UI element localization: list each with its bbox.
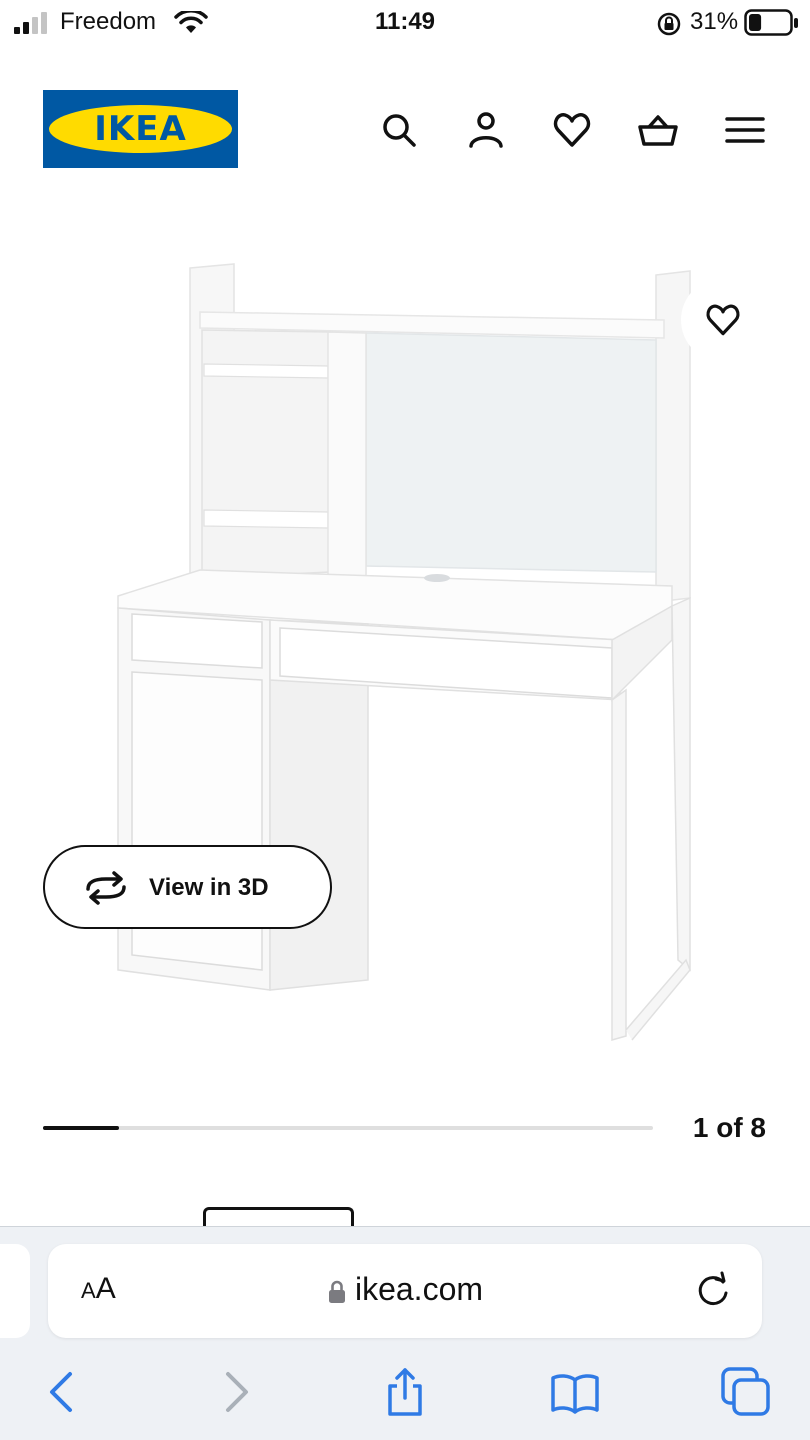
heart-icon <box>706 304 740 336</box>
basket-icon[interactable] <box>636 108 680 152</box>
reload-icon[interactable] <box>692 1269 736 1313</box>
view-in-3d-button[interactable]: View in 3D <box>43 845 332 929</box>
forward-icon[interactable] <box>210 1366 262 1418</box>
rotate-3d-icon <box>86 871 126 905</box>
address-bar[interactable]: AA ikea.com <box>48 1244 762 1338</box>
carousel-progress-bar[interactable] <box>43 1126 653 1130</box>
battery-percent: 31% <box>690 8 739 35</box>
save-to-favourites-button[interactable] <box>681 278 765 362</box>
orientation-lock-icon <box>657 12 681 36</box>
carousel-progress-fill <box>43 1126 120 1130</box>
account-icon[interactable] <box>464 108 508 152</box>
lock-icon <box>328 1280 345 1303</box>
previous-tab-peek[interactable] <box>0 1244 30 1338</box>
favourites-icon[interactable] <box>550 108 594 152</box>
search-icon[interactable] <box>377 108 421 152</box>
url-display[interactable]: ikea.com <box>48 1271 762 1308</box>
view-in-3d-label: View in 3D <box>149 874 269 901</box>
share-icon[interactable] <box>379 1366 431 1418</box>
status-bar: Freedom 11:49 31% <box>0 0 810 46</box>
back-icon[interactable] <box>36 1366 88 1418</box>
ikea-logo[interactable]: IKEA <box>43 90 238 168</box>
tabs-icon[interactable] <box>720 1366 772 1418</box>
logo-text: IKEA <box>94 109 187 149</box>
status-time: 11:49 <box>374 8 436 35</box>
battery-icon <box>744 9 798 36</box>
bookmarks-icon[interactable] <box>549 1366 601 1418</box>
menu-icon[interactable] <box>723 108 767 152</box>
carousel-position-text: 1 of 8 <box>692 1112 766 1143</box>
url-text: ikea.com <box>354 1271 484 1307</box>
